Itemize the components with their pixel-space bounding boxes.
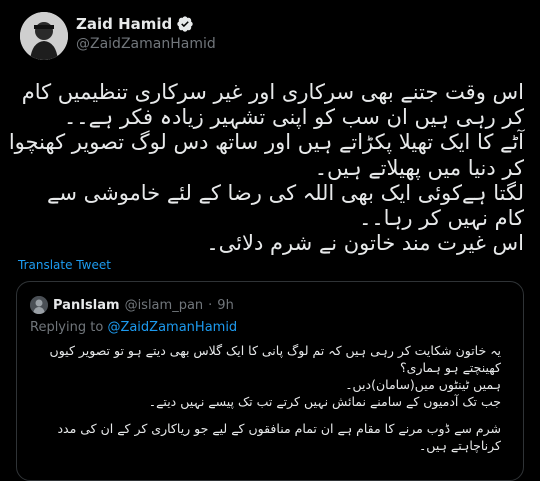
tweet-line: کر دنیا میں پھیلاتے ہیں۔: [314, 155, 524, 180]
tweet-line: کام نہیں کر رہا۔۔: [359, 206, 524, 231]
tweet: Zaid Hamid @ZaidZamanHamid اس وقت جتنے ب…: [0, 0, 540, 481]
tweet-line: کر رہی ہیں ان سب کو اپنی تشہیر زیادہ فکر…: [63, 105, 524, 130]
quoted-timestamp[interactable]: 9h: [217, 298, 234, 313]
verified-badge-icon: [176, 15, 194, 33]
quoted-text: یہ خاتون شکایت کر رہی ہیں کہ تم لوگ پانی…: [37, 342, 501, 454]
translate-tweet-link[interactable]: Translate Tweet: [18, 258, 111, 272]
quoted-line: کرناچاہتے ہیں۔: [418, 438, 501, 453]
author-block: Zaid Hamid @ZaidZamanHamid: [76, 14, 216, 52]
quoted-line: جب تک آدمیوں کے سامنے نمائش نہیں کرتے تب…: [148, 394, 501, 409]
tweet-text: اس وقت جتنے بھی سرکاری اور غیر سرکاری تن…: [8, 80, 524, 256]
author-name[interactable]: Zaid Hamid: [76, 15, 172, 33]
quoted-line: یہ خاتون شکایت کر رہی ہیں کہ تم لوگ پانی…: [49, 343, 501, 358]
replying-prefix: Replying to: [30, 320, 108, 335]
tweet-line: اس وقت جتنے بھی سرکاری اور غیر سرکاری تن…: [21, 80, 524, 104]
quoted-line: ہمیں ٹینٹوں میں(سامان)دیں۔: [345, 377, 501, 392]
separator-dot: ·: [208, 297, 213, 313]
quoted-line: کھینچتے ہو ہماری؟: [400, 360, 501, 375]
quoted-line: شرم سے ڈوب مرنے کا مقام ہے ان تمام منافق…: [57, 421, 501, 436]
tweet-line: آٹے کا ایک تھیلا پکڑاتے ہیں اور ساتھ دس …: [8, 130, 524, 155]
tweet-line: اس غیرت مند خاتون نے شرم دلائی۔: [206, 231, 524, 256]
quoted-author-name[interactable]: PanIslam: [53, 298, 120, 313]
quoted-author-handle[interactable]: @islam_pan: [125, 298, 204, 313]
tweet-line: لگتا ہےکوئی ایک بھی اللہ کی رضا کے لئے خ…: [47, 180, 524, 205]
quoted-avatar[interactable]: [30, 296, 48, 314]
author-handle[interactable]: @ZaidZamanHamid: [76, 36, 216, 52]
replying-to: Replying to @ZaidZamanHamid: [30, 320, 237, 335]
quoted-tweet[interactable]: PanIslam @islam_pan · 9h Replying to @Za…: [16, 281, 524, 481]
quoted-header: PanIslam @islam_pan · 9h: [30, 296, 234, 314]
replying-mention[interactable]: @ZaidZamanHamid: [107, 320, 237, 335]
author-avatar[interactable]: [20, 12, 68, 60]
